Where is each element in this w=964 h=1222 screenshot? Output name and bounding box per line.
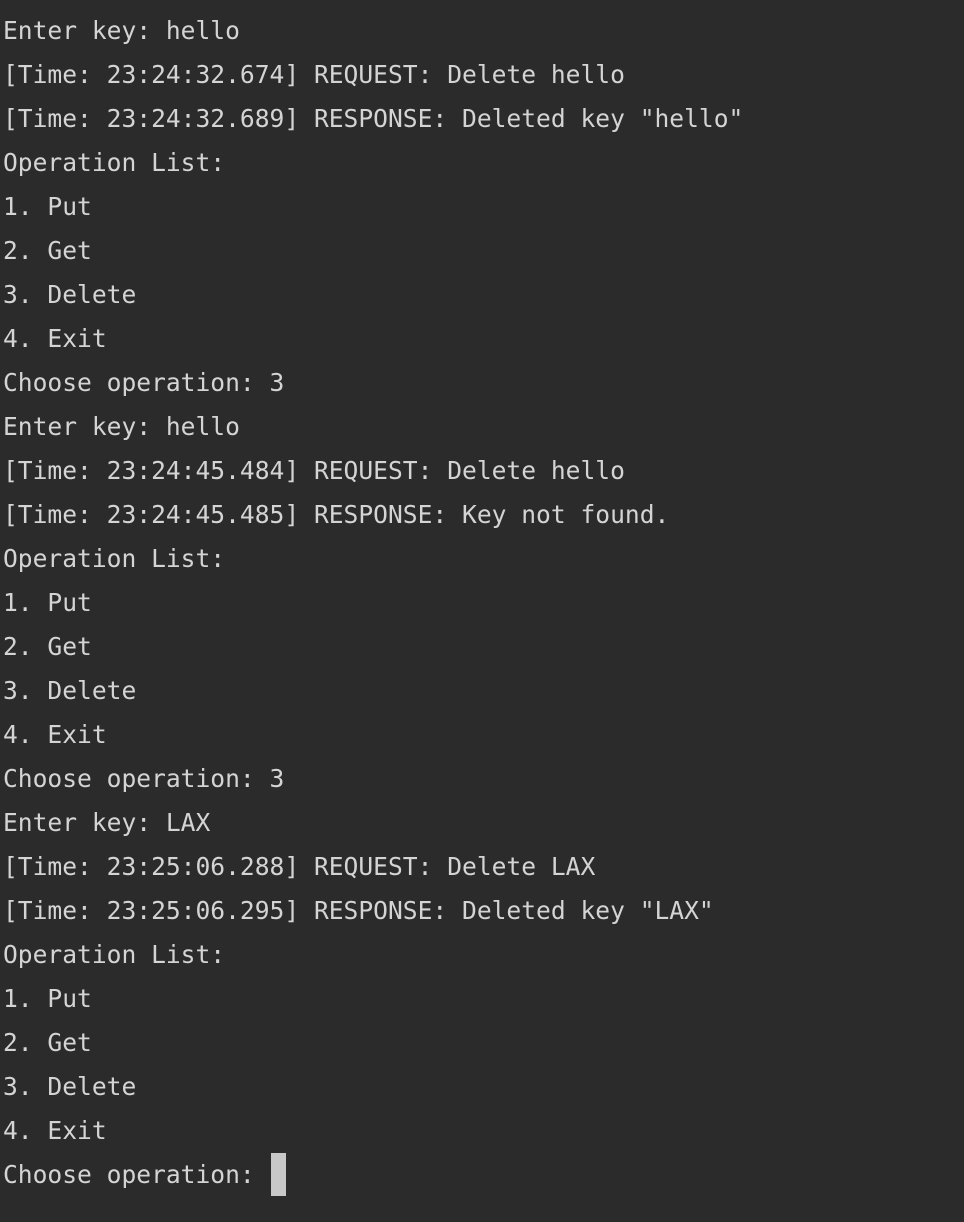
text-cursor[interactable]: [270, 1153, 286, 1196]
terminal-line: Choose operation: 3: [3, 368, 285, 397]
terminal-line: [Time: 23:25:06.295] RESPONSE: Deleted k…: [3, 896, 714, 925]
terminal-lines: Enter key: hello [Time: 23:24:32.674] RE…: [3, 9, 743, 1197]
terminal-line: 2. Get: [3, 1028, 92, 1057]
terminal-line: 3. Delete: [3, 1072, 137, 1101]
terminal-line: 1. Put: [3, 192, 92, 221]
terminal-output[interactable]: Enter key: hello [Time: 23:24:32.674] RE…: [0, 0, 964, 1222]
terminal-line: Operation List:: [3, 940, 226, 969]
terminal-line: Operation List:: [3, 148, 226, 177]
terminal-line: [Time: 23:25:06.288] REQUEST: Delete LAX: [3, 852, 596, 881]
terminal-line: Enter key: hello: [3, 16, 240, 45]
terminal-line: 1. Put: [3, 588, 92, 617]
terminal-line: [Time: 23:24:32.689] RESPONSE: Deleted k…: [3, 104, 744, 133]
terminal-line: [Time: 23:24:32.674] REQUEST: Delete hel…: [3, 60, 625, 89]
terminal-line: [Time: 23:24:45.485] RESPONSE: Key not f…: [3, 500, 670, 529]
terminal-line: 4. Exit: [3, 1116, 107, 1145]
terminal-line: 1. Put: [3, 984, 92, 1013]
terminal-line: 3. Delete: [3, 280, 137, 309]
terminal-line: 4. Exit: [3, 324, 107, 353]
prompt-text: Choose operation:: [3, 1160, 270, 1189]
terminal-line: Enter key: hello: [3, 412, 240, 441]
terminal-line: 2. Get: [3, 632, 92, 661]
terminal-line: 2. Get: [3, 236, 92, 265]
terminal-line: Choose operation: 3: [3, 764, 285, 793]
terminal-line: Operation List:: [3, 544, 226, 573]
terminal-line: 3. Delete: [3, 676, 137, 705]
terminal-line: Enter key: LAX: [3, 808, 211, 837]
terminal-line: [Time: 23:24:45.484] REQUEST: Delete hel…: [3, 456, 625, 485]
prompt-line[interactable]: Choose operation:: [3, 1153, 743, 1197]
terminal-line: 4. Exit: [3, 720, 107, 749]
